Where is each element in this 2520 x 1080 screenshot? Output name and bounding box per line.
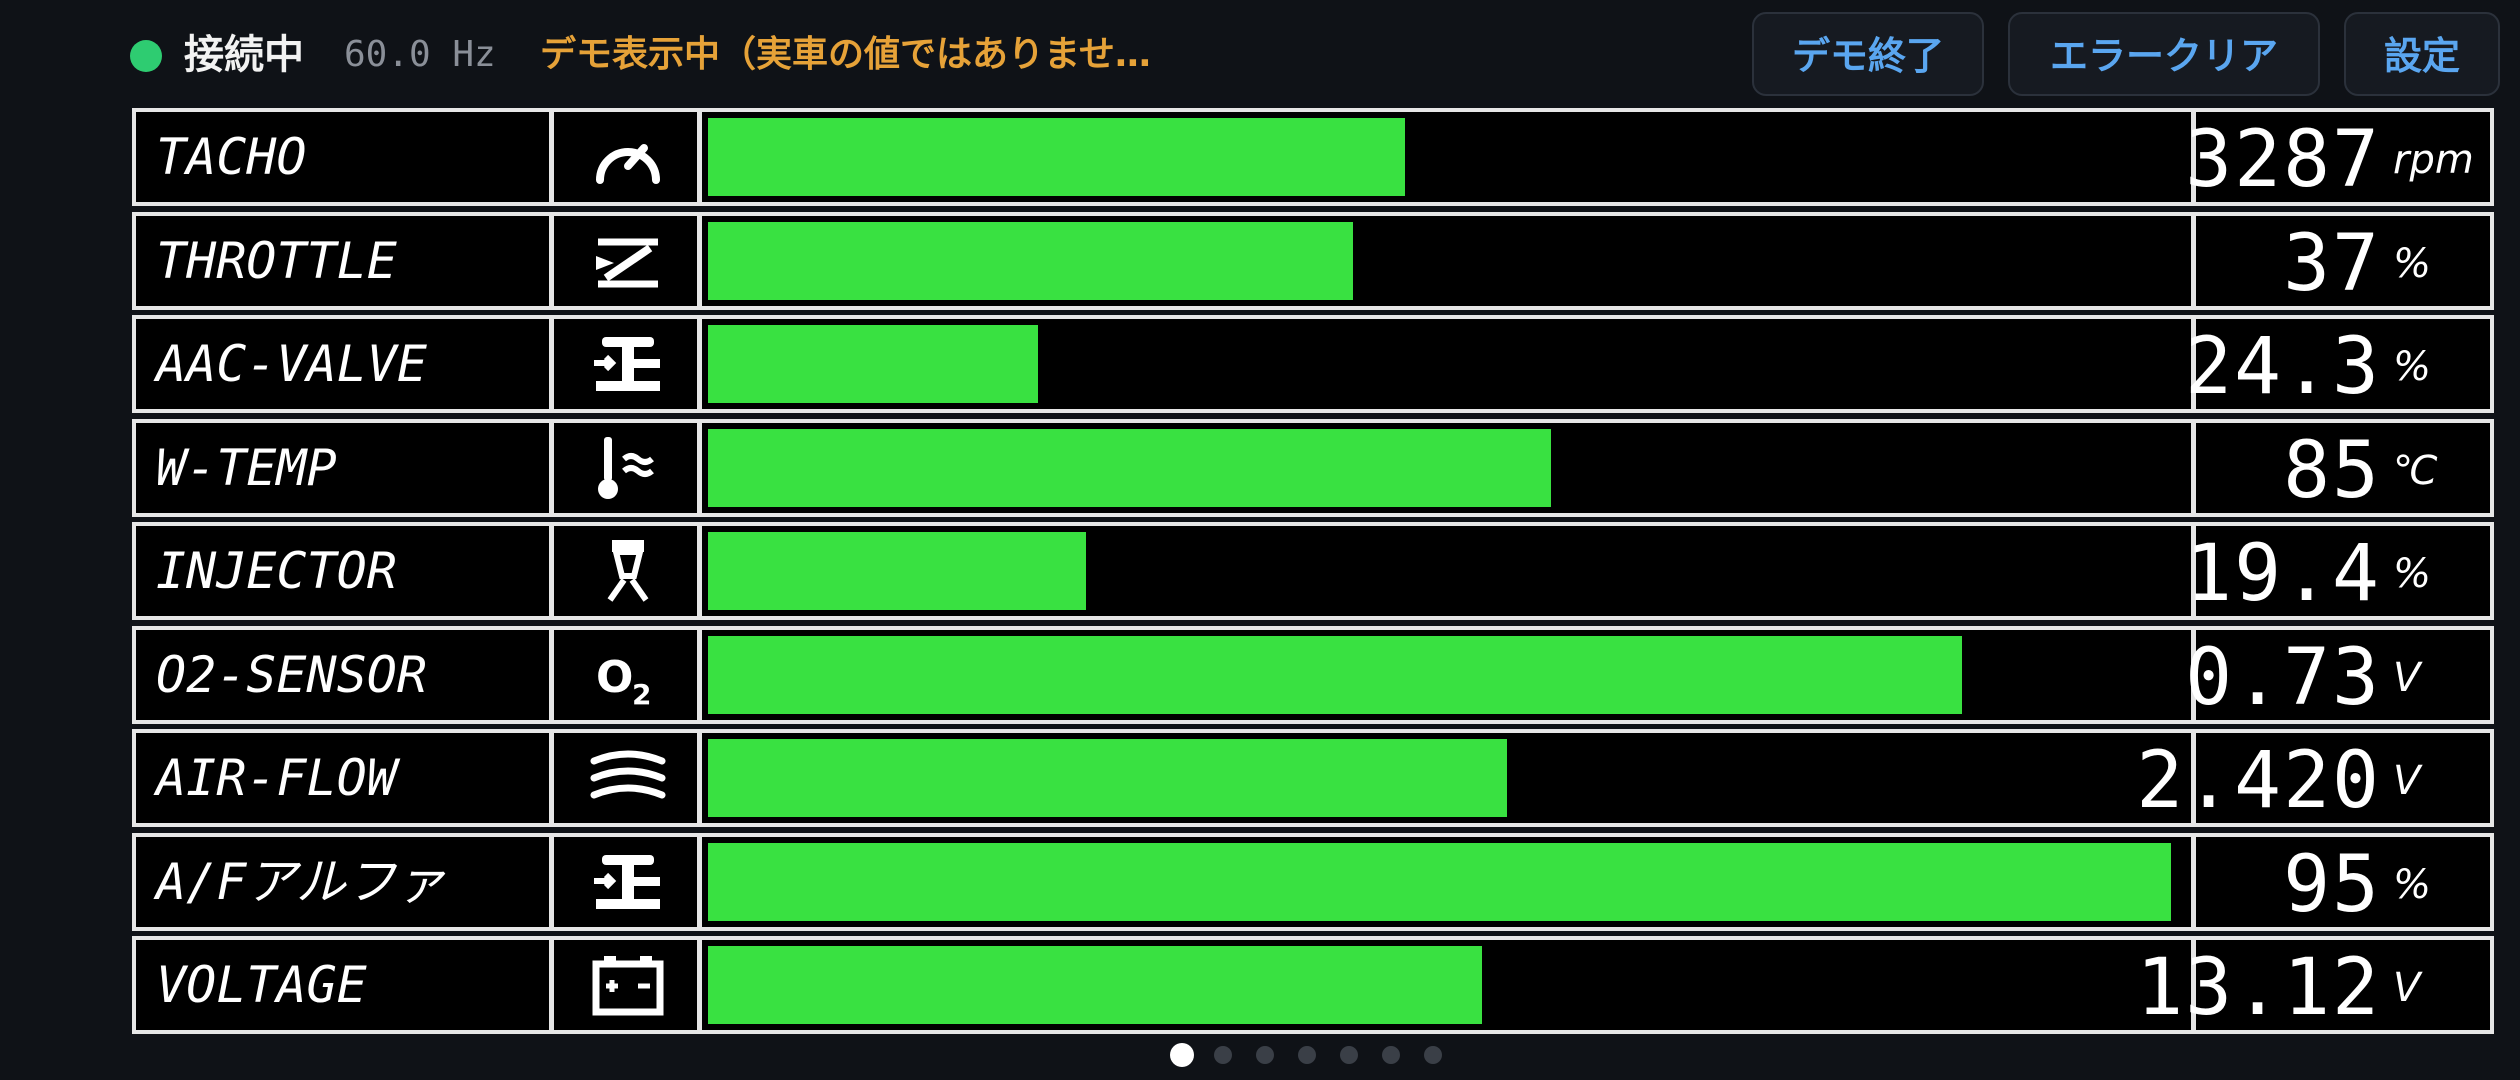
sensor-bar-fill xyxy=(708,325,1038,403)
sensor-value-unit: % xyxy=(2393,551,2432,597)
refresh-rate-label: 60.0 Hz xyxy=(344,34,496,75)
sensor-value-unit: rpm xyxy=(2393,137,2474,183)
valve-icon xyxy=(559,836,702,927)
sensor-value-number: 95 xyxy=(2283,839,2381,930)
sensor-value-number: 24.3 xyxy=(2185,322,2381,412)
error-clear-button[interactable]: エラークリア xyxy=(2008,12,2320,96)
sensor-bar-track xyxy=(702,629,2196,720)
demo-mode-banner: デモ表示中（実車の値ではありませ… xyxy=(540,34,1151,75)
sensor-list: TACHO 3287 rpm THROTTLE 37% AAC-VALVE 24.3% W-T… xyxy=(132,108,2494,1034)
sensor-value: 37% xyxy=(2201,216,2481,309)
svg-text:2: 2 xyxy=(632,678,651,710)
page-dot[interactable] xyxy=(1170,1043,1194,1067)
sensor-row: TACHO 3287 rpm xyxy=(132,108,2494,206)
sensor-bar-track xyxy=(702,733,2196,823)
header-bar: 接続中 60.0 Hz デモ表示中（実車の値ではありませ… デモ終了 エラークリ… xyxy=(0,0,2520,108)
sensor-row: O2-SENSOR O 2 0.73 V xyxy=(132,625,2494,724)
settings-button[interactable]: 設定 xyxy=(2344,12,2500,96)
valve-icon xyxy=(559,319,702,409)
sensor-row: AIR-FLOW 2.420 V xyxy=(132,729,2494,827)
sensor-value-number: 19.4 xyxy=(2185,529,2381,619)
throttle-icon xyxy=(559,215,702,306)
sensor-value: 13.12 V xyxy=(2136,940,2481,1033)
sensor-value: 19.4% xyxy=(2185,526,2481,619)
sensor-value-number: 3287 xyxy=(2185,115,2381,205)
sensor-bar-track xyxy=(702,112,2196,202)
sensor-bar-fill xyxy=(708,118,1405,196)
air-flow-icon xyxy=(559,733,702,823)
page-dot[interactable] xyxy=(1340,1046,1358,1064)
sensor-bar-fill xyxy=(708,635,1962,714)
sensor-row: W-TEMP 85 ℃ xyxy=(132,418,2494,517)
o2-sensor-icon: O2 xyxy=(559,629,702,720)
sensor-bar-track xyxy=(702,215,2196,306)
sensor-value-number: 0.73 xyxy=(2185,632,2381,723)
coolant-temp-icon xyxy=(559,422,702,513)
sensor-row: INJECTOR 19.4% xyxy=(132,522,2494,620)
sensor-value-unit: % xyxy=(2393,344,2432,390)
sensor-value: 3287 rpm xyxy=(2185,112,2481,205)
sensor-value: 2.420 V xyxy=(2136,733,2481,826)
sensor-row: THROTTLE 37% xyxy=(132,211,2494,310)
tachometer-icon xyxy=(559,112,702,202)
sensor-name: AIR-FLOW xyxy=(136,733,554,823)
sensor-value: 0.73 V xyxy=(2185,630,2481,723)
sensor-bar-track xyxy=(702,940,2196,1030)
sensor-bar-fill xyxy=(708,842,2171,921)
sensor-value: 85 ℃ xyxy=(2201,423,2481,516)
sensor-value: 24.3% xyxy=(2185,319,2481,412)
sensor-bar-fill xyxy=(708,739,1507,817)
page-dot[interactable] xyxy=(1382,1046,1400,1064)
sensor-bar-track xyxy=(702,526,2196,616)
sensor-value-unit: ℃ xyxy=(2393,447,2438,494)
sensor-name: A/Fアルファ xyxy=(136,836,554,927)
page-indicator[interactable] xyxy=(1170,1040,1470,1070)
demo-end-button[interactable]: デモ終了 xyxy=(1752,12,1984,96)
sensor-value-number: 2.420 xyxy=(2136,736,2381,826)
sensor-value-number: 37 xyxy=(2283,218,2381,309)
sensor-name: W-TEMP xyxy=(136,422,554,513)
sensor-row: A/Fアルファ 95% xyxy=(132,832,2494,931)
connection-status-dot xyxy=(130,40,162,72)
page-dot[interactable] xyxy=(1298,1046,1316,1064)
page-dot[interactable] xyxy=(1214,1046,1232,1064)
svg-text:O: O xyxy=(596,652,633,703)
sensor-row: VOLTAGE 13.12 V xyxy=(132,936,2494,1034)
sensor-value-number: 85 xyxy=(2283,425,2381,516)
sensor-name: O2-SENSOR xyxy=(136,629,554,720)
battery-icon xyxy=(559,940,702,1030)
sensor-bar-fill xyxy=(708,946,1482,1024)
connection-status-label: 接続中 xyxy=(184,32,304,78)
sensor-bar-fill xyxy=(708,221,1353,300)
sensor-name: VOLTAGE xyxy=(136,940,554,1030)
page-dot[interactable] xyxy=(1424,1046,1442,1064)
sensor-name: INJECTOR xyxy=(136,526,554,616)
sensor-bar-fill xyxy=(708,532,1086,610)
sensor-value-unit: V xyxy=(2393,965,2421,1011)
sensor-name: AAC-VALVE xyxy=(136,319,554,409)
sensor-value: 95% xyxy=(2201,837,2481,930)
sensor-bar-fill xyxy=(708,428,1551,507)
sensor-bar-track xyxy=(702,422,2196,513)
sensor-bar-track xyxy=(702,319,2196,409)
page-dot[interactable] xyxy=(1256,1046,1274,1064)
injector-icon xyxy=(559,526,702,616)
sensor-name: THROTTLE xyxy=(136,215,554,306)
sensor-value-unit: V xyxy=(2393,758,2421,804)
sensor-bar-track xyxy=(702,836,2196,927)
sensor-name: TACHO xyxy=(136,112,554,202)
sensor-value-unit: % xyxy=(2393,240,2432,287)
sensor-row: AAC-VALVE 24.3% xyxy=(132,315,2494,413)
sensor-value-number: 13.12 xyxy=(2136,943,2381,1033)
sensor-value-unit: V xyxy=(2393,654,2421,701)
sensor-value-unit: % xyxy=(2393,861,2432,908)
